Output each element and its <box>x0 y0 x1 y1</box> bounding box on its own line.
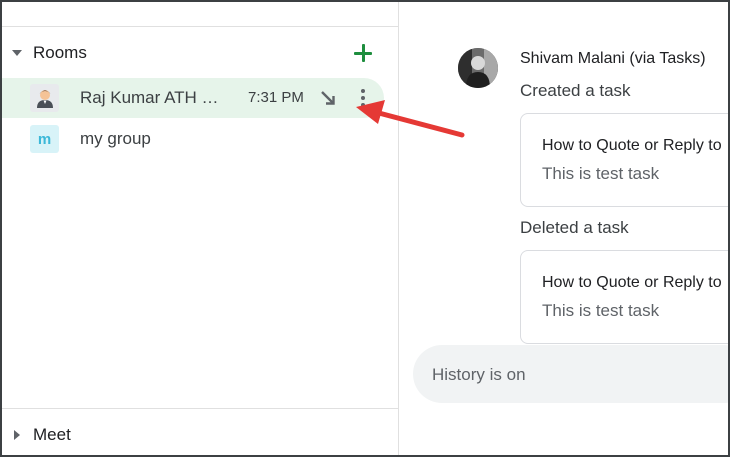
chat-pane: Shivam Malani (via Tasks) Created a task… <box>400 2 728 455</box>
room-item-my-group[interactable]: m my group <box>2 119 384 159</box>
sender-name: Shivam Malani (via Tasks) <box>520 50 706 67</box>
sender-photo-icon <box>458 48 498 88</box>
history-status: History is on <box>432 365 526 384</box>
task-card[interactable]: How to Quote or Reply to This is test ta… <box>520 113 728 207</box>
person-emoji-icon <box>36 90 53 108</box>
room-item-raj-kumar[interactable]: Raj Kumar ATH … 7:31 PM <box>2 78 384 118</box>
meet-section-title: Meet <box>33 425 71 444</box>
red-arrow-annotation-icon <box>356 100 465 138</box>
event-text: Created a task <box>520 81 631 100</box>
meet-section-header[interactable]: Meet <box>2 415 399 455</box>
event-text: Deleted a task <box>520 218 629 237</box>
rooms-section-header[interactable]: Rooms <box>2 33 399 73</box>
rooms-section-title: Rooms <box>33 43 87 62</box>
sender-avatar <box>458 48 498 88</box>
divider <box>2 26 399 27</box>
caret-right-icon[interactable] <box>14 430 20 440</box>
message-composer[interactable]: History is on <box>413 345 728 403</box>
avatar: m <box>30 125 59 153</box>
task-description: This is test task <box>542 301 660 320</box>
add-room-plus-icon[interactable] <box>352 42 374 64</box>
avatar <box>30 84 59 112</box>
caret-down-icon[interactable] <box>12 50 22 56</box>
task-description: This is test task <box>542 164 660 183</box>
task-card[interactable]: How to Quote or Reply to This is test ta… <box>520 250 728 344</box>
divider <box>2 408 399 409</box>
app-window: Rooms Raj Kumar ATH … 7:31 PM m my group… <box>0 0 730 457</box>
task-title: How to Quote or Reply to <box>542 137 722 154</box>
arrow-down-right-icon[interactable] <box>318 88 338 108</box>
task-title: How to Quote or Reply to <box>542 274 722 291</box>
room-name: Raj Kumar ATH … <box>80 88 219 107</box>
avatar-letter: m <box>37 130 52 148</box>
room-timestamp: 7:31 PM <box>248 89 304 106</box>
room-name: my group <box>80 129 151 148</box>
sidebar: Rooms Raj Kumar ATH … 7:31 PM m my group… <box>2 2 399 455</box>
